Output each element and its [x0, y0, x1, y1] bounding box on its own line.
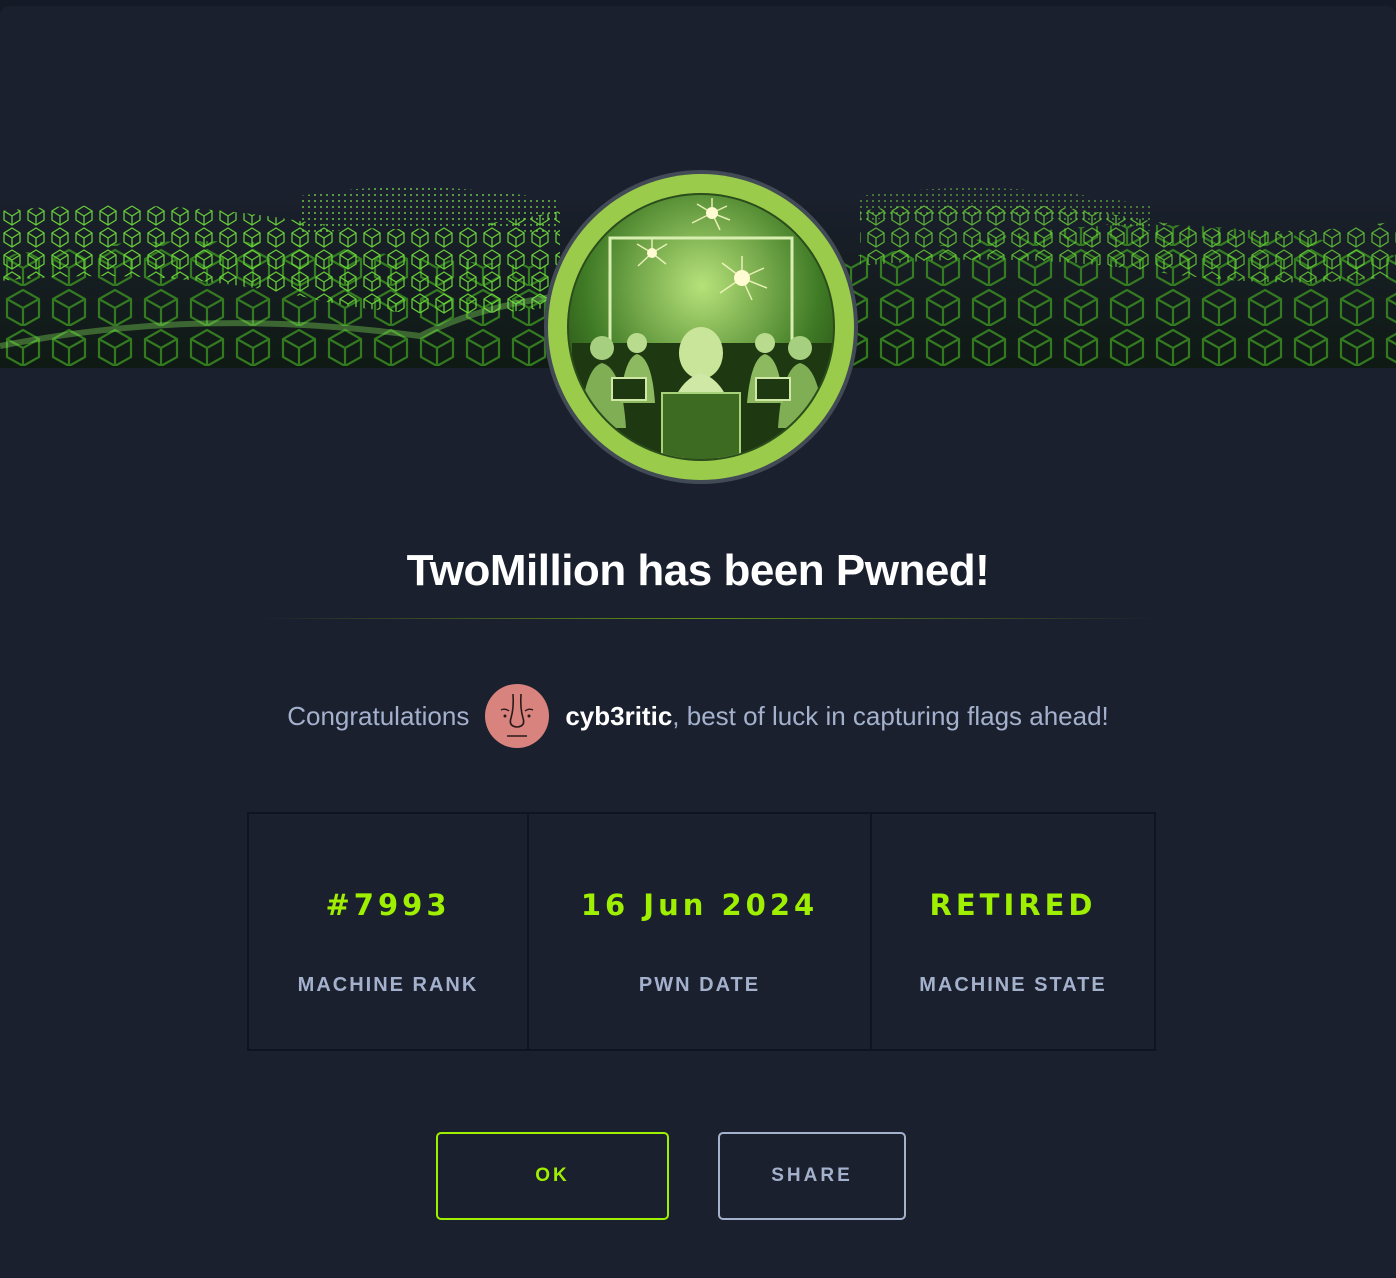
username: cyb3ritic: [565, 700, 673, 731]
user-avatar[interactable]: [485, 684, 550, 748]
title-divider: [256, 618, 1156, 619]
stats-table: #7993 MACHINE RANK 16 Jun 2024 PWN DATE …: [247, 812, 1156, 1051]
pwned-modal: TwoMillion has been Pwned! Congratulatio…: [0, 6, 1396, 1278]
modal-title: TwoMillion has been Pwned!: [406, 546, 990, 595]
ok-button[interactable]: OK: [436, 1132, 669, 1220]
stat-machine-state: RETIRED MACHINE STATE: [872, 814, 1154, 1049]
stat-value: #7993: [325, 888, 451, 922]
stat-value: 16 Jun 2024: [580, 888, 819, 922]
share-button[interactable]: SHARE: [718, 1132, 906, 1220]
stat-label: MACHINE STATE: [919, 974, 1107, 996]
stat-label: MACHINE RANK: [297, 974, 479, 996]
congrats-message: Congratulations cyb3ritic , best of luck…: [0, 684, 1396, 748]
machine-badge-icon: [542, 168, 860, 486]
stat-pwn-date: 16 Jun 2024 PWN DATE: [529, 814, 872, 1049]
congrats-prefix: Congratulations: [287, 700, 470, 731]
stat-machine-rank: #7993 MACHINE RANK: [249, 814, 529, 1049]
avatar-face-icon: [501, 693, 534, 737]
stat-label: PWN DATE: [638, 974, 761, 996]
congrats-suffix: , best of luck in capturing flags ahead!: [672, 700, 1109, 731]
stat-value: RETIRED: [929, 888, 1097, 922]
